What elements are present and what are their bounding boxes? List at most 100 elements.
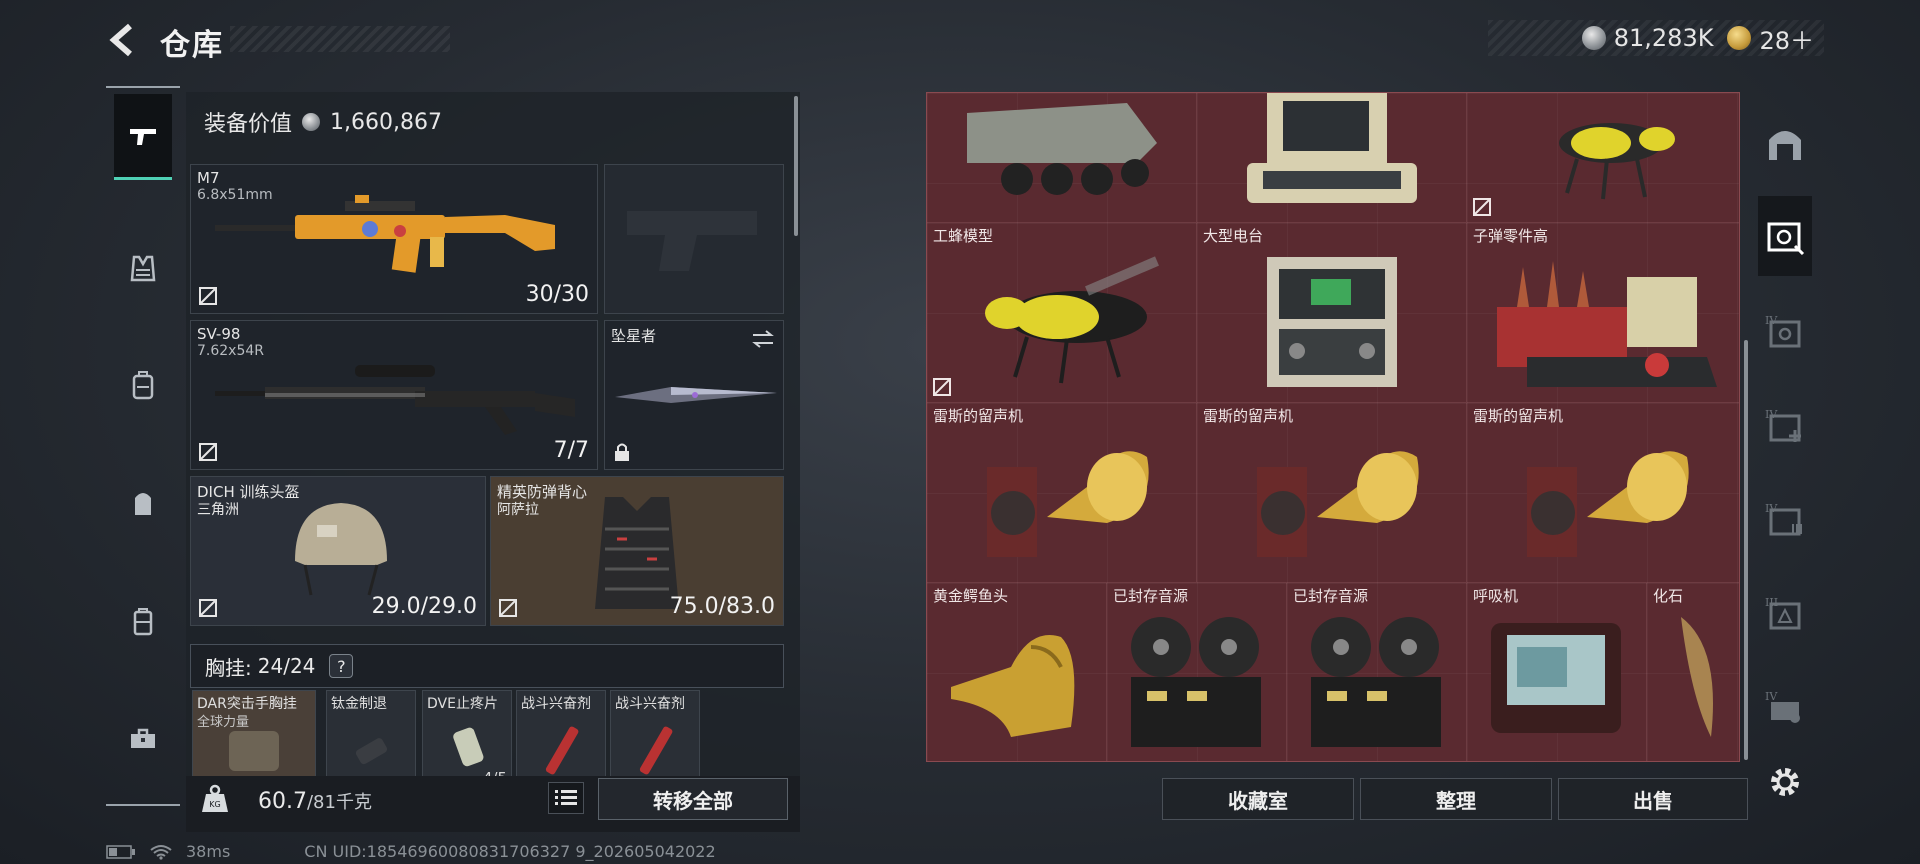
primary-weapon-slot[interactable]: M7 6.8x51mm 30/30 [190,164,598,314]
sell-button[interactable]: 出售 [1558,778,1748,820]
carry-weight-value: 60.7 [258,789,307,814]
battery-icon [106,844,135,859]
storage-scrollbar[interactable] [1744,340,1748,760]
storage-item-phonograph-2[interactable]: 雷斯的留声机 [1197,403,1467,583]
transfer-all-button[interactable]: 转移全部 [598,778,788,820]
item-name: 呼吸机 [1473,587,1519,605]
storage-item-case[interactable] [1197,93,1467,223]
title-stripe [230,26,450,52]
back-arrow-icon [109,23,132,57]
sniper-sv98-image [215,365,575,435]
sort-button[interactable]: 整理 [1360,778,1552,820]
nav-toolbox[interactable] [114,696,172,782]
rail-storage-active[interactable] [1758,196,1812,276]
item-name: 大型电台 [1203,227,1264,245]
nav-bag[interactable] [114,460,172,546]
swap-icon[interactable] [751,329,775,349]
chest-rig-image [229,731,279,771]
storage-item-gold-croc[interactable]: 黄金鳄鱼头 [927,583,1107,761]
storage-item-fossil[interactable]: 化石 [1647,583,1739,761]
wifi-icon [150,844,172,860]
rig-item-painkiller[interactable]: DVE止疼片 4/5 [422,690,512,790]
chest-rig-bar[interactable]: 胸挂: 24/24 ? [190,644,784,688]
fossil-claw-image [1681,617,1713,737]
vest-icon [130,255,156,282]
rig-item-muzzle[interactable]: 钛金制退 [326,690,416,790]
storage-item-bee-top[interactable] [1467,93,1739,223]
rig-item-stim-2[interactable]: 战斗兴奋剂 [610,690,700,790]
list-view-button[interactable] [548,782,584,814]
rig-item-stim-1[interactable]: 战斗兴奋剂 [516,690,606,790]
bee-model-image [985,256,1159,384]
storage-item-ventilator[interactable]: 呼吸机 [1467,583,1647,761]
backpack-icon [132,371,154,400]
bullet-parts-image [1497,261,1717,387]
rail-iv-storage[interactable]: IV [1758,290,1812,370]
chest-rig-count: 24/24 [257,654,316,678]
radio-station-image [1267,257,1397,387]
armor-slot[interactable]: 精英防弹背心 阿萨拉 75.0/83.0 [490,476,784,626]
nav-backpack[interactable] [114,342,172,428]
knife-image [615,387,777,403]
no-insure-icon [499,599,517,617]
rig-item-name: DVE止疼片 [427,696,498,712]
iii-case-icon: III [1765,596,1801,630]
rail-iv-medic[interactable]: IV [1758,384,1812,464]
storage-item-bullet-parts[interactable]: 子弹零件高 [1467,223,1739,403]
rig-item-name: 战斗兴奋剂 [521,696,591,712]
carry-weight: 60.7/81千克 [258,788,372,814]
secondary-weapon-slot[interactable]: SV-98 7.62x54R 7/7 [190,320,598,470]
loadout-scrollbar[interactable] [794,96,798,236]
item-name: 雷斯的留声机 [933,407,1024,425]
reel-recorder-image [1311,617,1441,747]
storage-item-worker-bee[interactable]: 工蜂模型 [927,223,1197,403]
helmet-slot[interactable]: DICH 训练头盔 三角洲 29.0/29.0 [190,476,486,626]
silver-coin-icon [302,113,321,131]
storage-item-apc[interactable] [927,93,1197,223]
rail-iii-case[interactable]: III [1758,572,1812,652]
silver-currency[interactable]: 81,283K [1581,24,1713,52]
rail-arch[interactable] [1758,104,1812,184]
pistol-icon [130,128,156,145]
item-name: 化石 [1653,587,1684,605]
rig-item-name: DAR突击手胸挂 [197,696,297,712]
rig-item-name: 钛金制退 [331,696,387,712]
melee-slot[interactable]: 坠星者 [604,320,784,470]
gold-amount: 28＋ [1759,26,1814,55]
nav-armor[interactable] [114,226,172,312]
melee-name: 坠星者 [611,327,657,345]
rig-item-dar[interactable]: DAR突击手胸挂 全球力量 [192,690,316,790]
svg-text:IV: IV [1765,690,1778,703]
collection-room-button[interactable]: 收藏室 [1162,778,1354,820]
storage-item-large-radio[interactable]: 大型电台 [1197,223,1467,403]
armor-durability: 75.0/83.0 [669,594,775,619]
stim-injector-image [639,726,673,775]
pill-bottle-image [453,727,484,767]
sidearm-slot[interactable] [604,164,784,314]
item-name: 已封存音源 [1113,587,1189,605]
armor-brand: 阿萨拉 [497,502,539,518]
rifle-m7-image [215,195,555,273]
secondary-weapon-name: SV-98 [197,325,241,343]
storage-item-phonograph-1[interactable]: 雷斯的留声机 [927,403,1197,583]
rail-iv-files[interactable]: IV [1758,478,1812,558]
rail-iv-cam[interactable]: IV [1758,666,1812,746]
svg-text:KG: KG [209,800,220,809]
primary-ammo-count: 30/30 [525,282,589,307]
storage-item-phonograph-3[interactable]: 雷斯的留声机 [1467,403,1739,583]
page-title: 仓库 [160,28,224,63]
nav-container[interactable] [114,578,172,664]
nav-weapons[interactable] [114,94,172,180]
status-bar: 38ms CN UID:18546960080831706327 9_20260… [106,842,716,861]
item-name: 子弹零件高 [1473,227,1549,245]
help-icon[interactable]: ? [329,654,354,678]
nav-bottom-rule [106,804,180,806]
field-case-image [1247,93,1417,203]
gold-currency[interactable]: 28＋ [1727,21,1814,56]
item-name: 雷斯的留声机 [1203,407,1294,425]
back-button[interactable] [104,20,144,60]
storage-item-sealed-audio-2[interactable]: 已封存音源 [1287,583,1467,761]
lock-icon [615,443,629,461]
storage-item-sealed-audio-1[interactable]: 已封存音源 [1107,583,1287,761]
rail-settings[interactable] [1758,742,1812,822]
